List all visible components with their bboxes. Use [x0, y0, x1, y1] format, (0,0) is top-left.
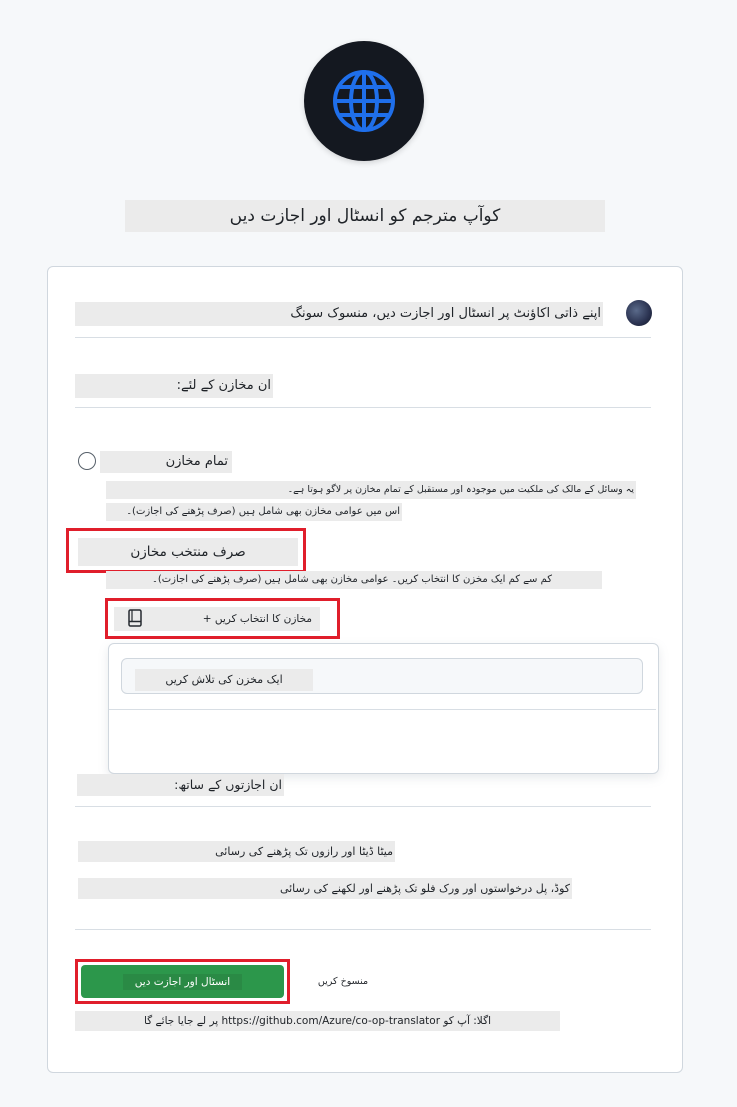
all-repositories-radio[interactable] [78, 452, 96, 470]
select-repositories-label: مخازن کا انتخاب کریں + [202, 613, 312, 625]
divider [75, 806, 651, 807]
dropdown-divider [109, 709, 656, 710]
all-repositories-description: یہ وسائل کے مالک کی ملکیت میں موجودہ اور… [106, 481, 636, 499]
install-button-label: انسٹال اور اجازت دیں [122, 973, 243, 990]
repo-book-icon [128, 608, 142, 630]
all-repositories-label[interactable]: تمام مخازن [100, 451, 232, 473]
permission-item: میٹا ڈیٹا اور رازوں تک پڑھنے کی رسائی [78, 841, 395, 862]
avatar [626, 300, 652, 326]
repository-search-placeholder: ایک مخزن کی تلاش کریں [135, 669, 313, 691]
divider [75, 407, 651, 408]
selected-repositories-label[interactable]: صرف منتخب مخازن [78, 538, 298, 566]
select-repositories-button[interactable]: مخازن کا انتخاب کریں + [114, 607, 320, 631]
cancel-button[interactable]: منسوخ کریں [316, 972, 370, 992]
redirect-note: اگلا: آپ کو https://github.com/Azure/co-… [75, 1011, 560, 1031]
all-repositories-description-public: اس میں عوامی مخازن بھی شامل ہیں (صرف پڑھ… [106, 503, 402, 521]
permissions-heading: ان اجازتوں کے ساتھ: [77, 774, 284, 796]
permission-item: کوڈ، پل درخواستوں اور ورک فلو تک پڑھنے ا… [78, 878, 572, 899]
repositories-heading: ان مخازن کے لئے: [75, 374, 273, 398]
divider [75, 337, 651, 338]
selected-repositories-description: کم سے کم ایک مخزن کا انتخاب کریں۔ عوامی … [106, 571, 602, 589]
divider [75, 929, 651, 930]
app-logo [304, 41, 424, 161]
install-and-authorize-button[interactable]: انسٹال اور اجازت دیں [81, 965, 284, 998]
globe-icon [333, 70, 395, 132]
page-title: کوآپ مترجم کو انسٹال اور اجازت دیں [125, 200, 605, 232]
account-line: اپنے ذاتی اکاؤنٹ پر انسٹال اور اجازت دیں… [75, 302, 603, 326]
